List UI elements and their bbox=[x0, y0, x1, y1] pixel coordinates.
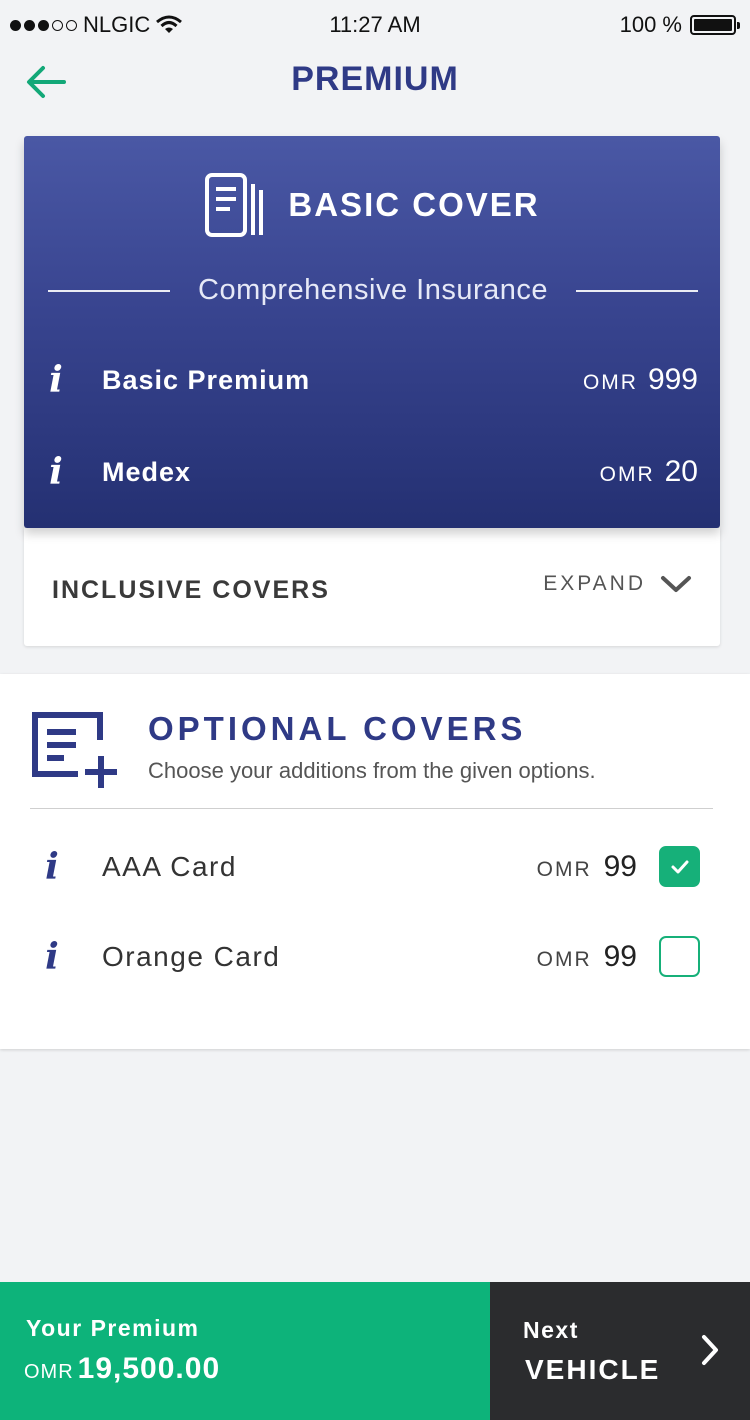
info-icon[interactable]: i bbox=[42, 849, 62, 885]
your-premium-panel: Your Premium OMR 19,500.00 bbox=[0, 1282, 490, 1420]
row-label: Basic Premium bbox=[102, 364, 311, 395]
premium-label: Your Premium bbox=[26, 1315, 200, 1341]
aaa-card-checkbox[interactable] bbox=[659, 846, 700, 887]
cover-subtitle: Comprehensive Insurance bbox=[198, 274, 549, 306]
option-price: OMR 99 bbox=[537, 940, 637, 974]
info-icon[interactable]: i bbox=[46, 362, 66, 398]
carrier-name: NLGIC bbox=[83, 12, 151, 37]
battery-icon bbox=[690, 15, 740, 35]
page-title: PREMIUM bbox=[291, 60, 459, 98]
price-amount: 99 bbox=[603, 849, 637, 883]
basic-premium-row: i Basic Premium OMR 999 bbox=[46, 362, 698, 398]
price-amount: 20 bbox=[664, 455, 698, 488]
currency-label: OMR bbox=[536, 857, 592, 881]
expand-label: EXPAND bbox=[543, 572, 646, 595]
inclusive-covers-title: INCLUSIVE COVERS bbox=[52, 576, 330, 604]
chevron-down-icon bbox=[661, 576, 691, 592]
basic-cover-card: BASIC COVER Comprehensive Insurance i Ba… bbox=[24, 136, 720, 528]
wifi-icon bbox=[156, 15, 183, 33]
next-step-label: VEHICLE bbox=[525, 1354, 661, 1385]
premium-amount: 19,500.00 bbox=[77, 1352, 221, 1385]
price-amount: 999 bbox=[647, 363, 698, 396]
battery-percent: 100 % bbox=[619, 12, 682, 37]
optional-item-orange-card: i Orange Card OMR 99 bbox=[42, 936, 700, 977]
orange-card-checkbox[interactable] bbox=[659, 936, 700, 977]
bottom-bar: Your Premium OMR 19,500.00 Next VEHICLE bbox=[0, 1282, 750, 1420]
chevron-right-icon bbox=[702, 1335, 718, 1365]
optional-covers-section: OPTIONAL COVERS Choose your additions fr… bbox=[0, 674, 750, 1049]
header: PREMIUM bbox=[0, 50, 750, 112]
next-button[interactable]: Next VEHICLE bbox=[490, 1282, 750, 1420]
basic-cover-title: BASIC COVER bbox=[288, 186, 540, 223]
price-amount: 99 bbox=[603, 939, 637, 973]
next-label: Next bbox=[523, 1317, 579, 1343]
currency-label: OMR bbox=[24, 1361, 74, 1383]
row-price: OMR 999 bbox=[583, 363, 698, 397]
currency-label: OMR bbox=[536, 947, 592, 971]
battery-status: 100 % bbox=[619, 12, 740, 38]
optional-item-aaa-card: i AAA Card OMR 99 bbox=[42, 846, 700, 887]
row-price: OMR 20 bbox=[600, 455, 698, 489]
currency-label: OMR bbox=[582, 371, 638, 394]
option-label: Orange Card bbox=[102, 940, 281, 972]
add-list-icon bbox=[32, 712, 117, 788]
inclusive-covers-panel: INCLUSIVE COVERS EXPAND bbox=[24, 528, 720, 646]
premium-total: OMR 19,500.00 bbox=[24, 1352, 220, 1386]
status-bar: NLGIC 11:27 AM 100 % bbox=[0, 0, 750, 50]
check-icon bbox=[671, 860, 688, 873]
info-icon[interactable]: i bbox=[46, 454, 66, 490]
info-icon[interactable]: i bbox=[42, 939, 62, 975]
carrier-info: NLGIC bbox=[10, 12, 183, 38]
optional-covers-subtitle: Choose your additions from the given opt… bbox=[148, 758, 596, 783]
row-label: Medex bbox=[102, 456, 192, 487]
signal-strength-icon bbox=[10, 19, 77, 31]
divider bbox=[30, 808, 713, 809]
divider bbox=[576, 289, 699, 292]
basic-cover-header: BASIC COVER bbox=[24, 172, 720, 238]
document-icon bbox=[205, 173, 264, 237]
optional-covers-title: OPTIONAL COVERS bbox=[148, 710, 527, 747]
medex-row: i Medex OMR 20 bbox=[46, 454, 698, 490]
expand-button[interactable]: EXPAND bbox=[543, 572, 692, 596]
option-price: OMR 99 bbox=[537, 850, 637, 884]
subtitle-row: Comprehensive Insurance bbox=[48, 274, 699, 307]
currency-label: OMR bbox=[599, 463, 655, 486]
option-label: AAA Card bbox=[102, 850, 237, 882]
divider bbox=[48, 289, 170, 292]
